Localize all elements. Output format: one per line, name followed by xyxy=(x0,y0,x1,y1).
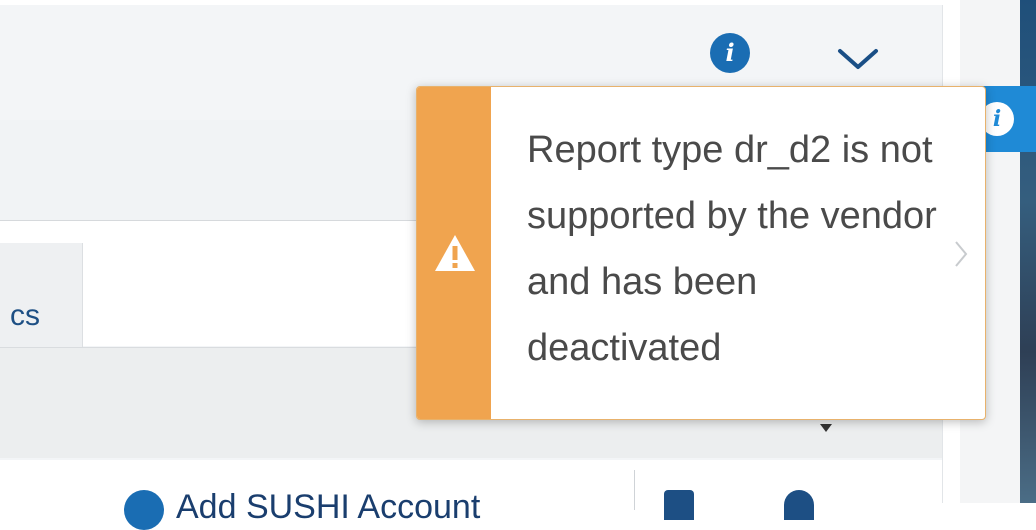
info-icon[interactable]: i xyxy=(710,33,750,73)
chevron-down-icon[interactable] xyxy=(836,45,880,73)
gear-icon[interactable] xyxy=(784,490,814,520)
toast-message: Report type dr_d2 is not supported by th… xyxy=(527,129,937,369)
caret-down-icon[interactable] xyxy=(820,424,832,432)
add-account-button[interactable]: Add SUSHI Account xyxy=(176,488,480,527)
tab-statistics[interactable]: cs xyxy=(0,243,83,347)
toolbar-divider xyxy=(634,470,635,510)
toast-accent-bar xyxy=(417,87,491,419)
warning-toast[interactable]: Report type dr_d2 is not supported by th… xyxy=(416,86,986,420)
chevron-right-icon[interactable] xyxy=(953,239,969,269)
account-toolbar: Add SUSHI Account xyxy=(0,460,942,530)
document-icon[interactable] xyxy=(664,490,694,520)
add-circle-icon[interactable] xyxy=(124,490,164,530)
tab-label: cs xyxy=(10,299,40,332)
background-window-edge xyxy=(1020,0,1036,503)
warning-icon xyxy=(435,235,475,271)
